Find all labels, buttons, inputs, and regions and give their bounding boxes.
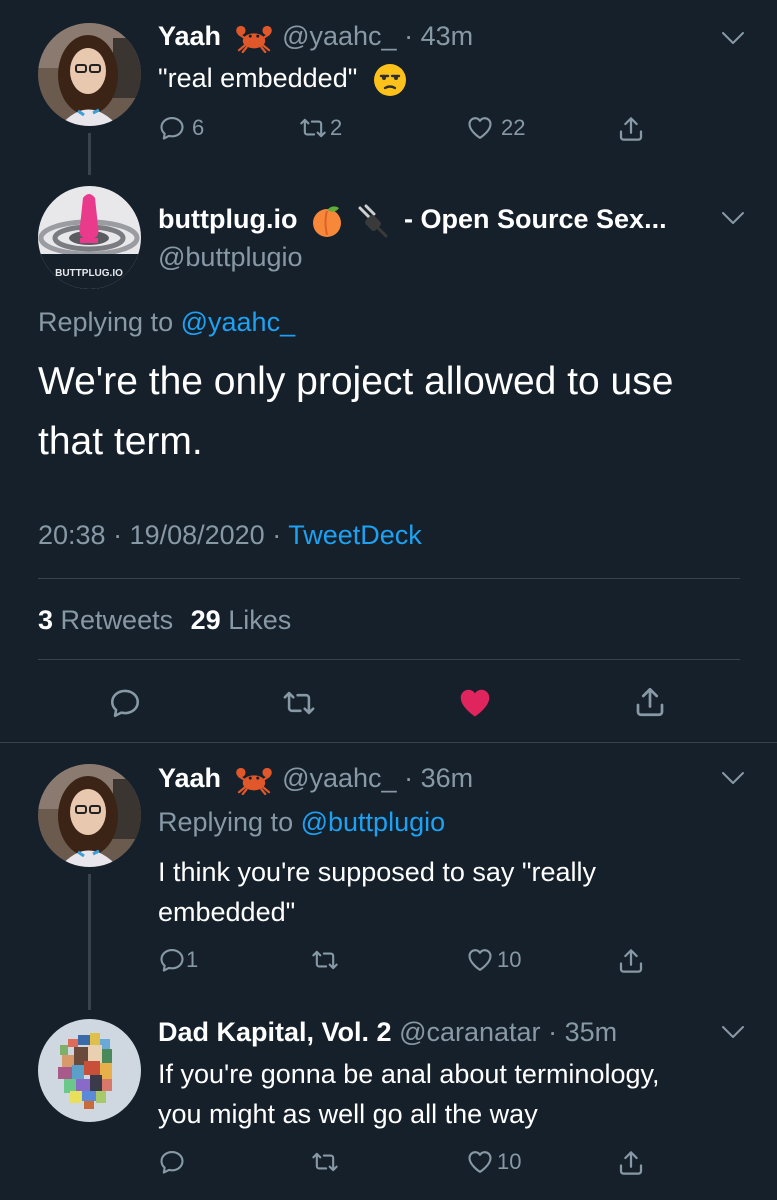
retweet-stat-label: Retweets [60, 605, 174, 635]
reply-button[interactable] [158, 1148, 186, 1176]
replying-to-label: Replying to [38, 307, 174, 337]
thread-line [88, 133, 91, 175]
share-icon [616, 114, 646, 144]
share-icon [616, 1148, 646, 1178]
share-icon [616, 946, 646, 976]
retweet-button[interactable] [310, 946, 340, 974]
reply-button[interactable]: 1 [158, 946, 198, 974]
chevron-down-icon[interactable] [720, 30, 746, 46]
unamused-face-icon [373, 63, 406, 96]
retweet-icon [298, 114, 328, 142]
heart-icon [465, 114, 495, 142]
display-name-suffix[interactable]: - Open Source Sex... [404, 204, 667, 234]
separator: · [404, 21, 414, 51]
reply-icon [108, 686, 142, 720]
share-button[interactable] [616, 114, 646, 144]
avatar-label: BUTTPLUG.IO [55, 268, 123, 279]
share-icon [632, 684, 668, 720]
avatar[interactable] [38, 764, 141, 867]
heart-icon [465, 1148, 495, 1176]
divider [38, 659, 740, 660]
like-button[interactable]: 22 [465, 114, 525, 142]
handle[interactable]: @yaahc_ [282, 21, 396, 51]
retweet-button[interactable]: 2 [298, 114, 342, 142]
display-name[interactable]: Yaah [158, 21, 221, 51]
reply-icon [158, 946, 186, 974]
chevron-down-icon[interactable] [720, 210, 746, 226]
tweet-text-line-2: that term. [38, 420, 203, 463]
retweet-button[interactable] [280, 686, 318, 720]
avatar[interactable] [38, 23, 141, 126]
display-name[interactable]: buttplug.io [158, 204, 297, 234]
handle[interactable]: @caranatar [399, 1017, 540, 1047]
like-count: 10 [497, 1149, 522, 1174]
tweet-time[interactable]: 36m [421, 763, 474, 793]
retweet-icon [310, 946, 340, 974]
electric-plug-icon [358, 204, 388, 238]
like-button[interactable]: 10 [465, 1148, 521, 1176]
like-button-liked[interactable] [455, 684, 495, 722]
separator: · [548, 1017, 558, 1047]
thread-line [88, 874, 91, 1010]
retweet-icon [310, 1148, 340, 1176]
tweet-source[interactable]: TweetDeck [288, 520, 422, 550]
tweet-time[interactable]: 35m [565, 1017, 618, 1047]
like-total: 29 [190, 605, 221, 635]
share-button[interactable] [632, 684, 668, 720]
retweet-total: 3 [38, 605, 54, 635]
tweet-text: "real embedded" [158, 63, 358, 93]
reply-button[interactable]: 6 [158, 114, 204, 142]
separator: · [404, 763, 414, 793]
crab-icon [235, 23, 273, 53]
replying-to-label: Replying to [158, 807, 294, 837]
reply-count: 6 [192, 115, 205, 140]
share-button[interactable] [616, 1148, 646, 1178]
tweet-time[interactable]: 43m [421, 21, 474, 51]
avatar[interactable]: BUTTPLUG.IO [38, 186, 141, 289]
chevron-down-icon[interactable] [720, 770, 746, 786]
crab-icon [235, 765, 273, 795]
handle[interactable]: @buttplugio [158, 242, 303, 272]
retweet-button[interactable] [310, 1148, 340, 1176]
divider [38, 578, 740, 579]
retweet-icon [280, 686, 318, 720]
display-name[interactable]: Yaah [158, 763, 221, 793]
display-name[interactable]: Dad Kapital, Vol. 2 [158, 1017, 392, 1047]
like-count: 10 [497, 947, 522, 972]
tweet-text-line-2: you might as well go all the way [158, 1099, 538, 1129]
replying-to-link[interactable]: @buttplugio [301, 807, 446, 837]
retweet-count: 2 [330, 115, 343, 140]
reply-icon [158, 114, 186, 142]
tweet-text-line-1: If you're gonna be anal about terminolog… [158, 1059, 660, 1089]
retweet-stat[interactable]: 3 Retweets [38, 605, 181, 635]
tweet-text-line-1: I think you're supposed to say "really [158, 857, 596, 887]
like-stat-label: Likes [228, 605, 292, 635]
replying-to-link[interactable]: @yaahc_ [181, 307, 295, 337]
reply-count: 1 [186, 947, 199, 972]
section-divider [0, 742, 777, 743]
timestamp[interactable]: 20:38 · 19/08/2020 · [38, 520, 281, 550]
reply-button[interactable] [108, 686, 142, 720]
tweet-text-line-2: embedded" [158, 897, 296, 927]
heart-filled-icon [455, 684, 495, 722]
chevron-down-icon[interactable] [720, 1024, 746, 1040]
handle[interactable]: @yaahc_ [282, 763, 396, 793]
heart-icon [465, 946, 495, 974]
like-button[interactable]: 10 [465, 946, 521, 974]
peach-icon [312, 206, 341, 237]
like-count: 22 [501, 115, 526, 140]
tweet-text-line-1: We're the only project allowed to use [38, 360, 674, 403]
avatar[interactable] [38, 1019, 141, 1122]
share-button[interactable] [616, 946, 646, 976]
like-stat[interactable]: 29 Likes [191, 605, 292, 635]
reply-icon [158, 1148, 186, 1176]
